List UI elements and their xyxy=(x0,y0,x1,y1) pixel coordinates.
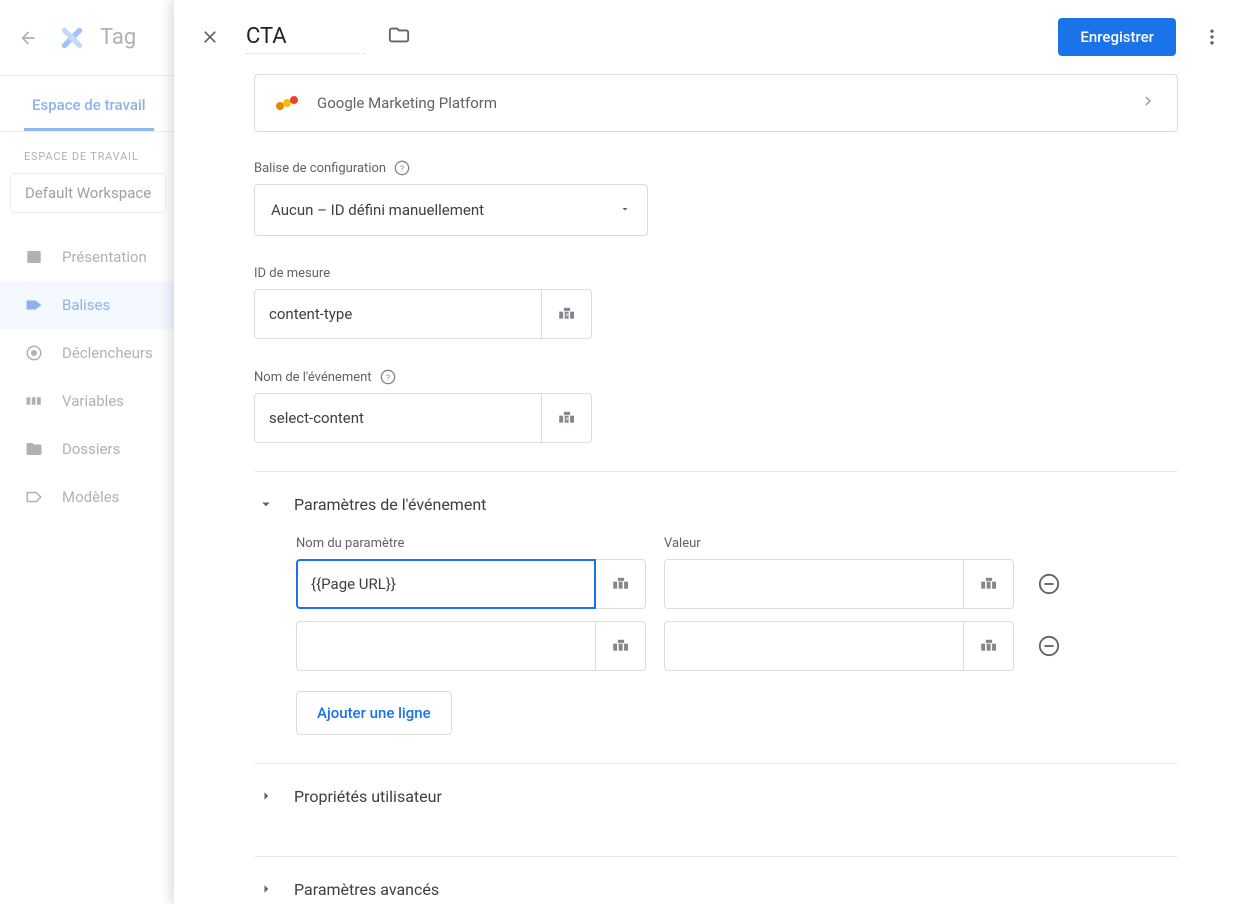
variable-picker-icon[interactable] xyxy=(596,559,646,609)
folder-outline-icon[interactable] xyxy=(388,24,410,50)
variable-picker-icon[interactable] xyxy=(596,621,646,671)
param-name-header: Nom du paramètre xyxy=(296,536,596,551)
remove-row-icon[interactable] xyxy=(1032,567,1066,601)
measurement-id-label: ID de mesure xyxy=(254,266,1178,281)
variable-picker-icon[interactable] xyxy=(964,559,1014,609)
param-value-header: Valeur xyxy=(664,536,964,551)
add-row-button[interactable]: Ajouter une ligne xyxy=(296,691,452,735)
tag-editor-modal: Enregistrer Google Marketing Platform Ba… xyxy=(174,0,1248,904)
chevron-right-icon xyxy=(254,784,278,808)
variable-picker-icon[interactable]: + xyxy=(542,289,592,339)
param-name-input[interactable] xyxy=(296,559,596,609)
config-tag-value: Aucun – ID défini manuellement xyxy=(271,201,484,219)
variable-picker-icon[interactable] xyxy=(964,621,1014,671)
tag-type-label: Google Marketing Platform xyxy=(317,94,497,112)
help-icon[interactable]: ? xyxy=(380,369,396,385)
svg-text:+: + xyxy=(565,311,569,319)
param-value-input[interactable] xyxy=(664,621,964,671)
modal-body: Google Marketing Platform Balise de conf… xyxy=(174,74,1248,904)
gmp-icon xyxy=(275,91,299,115)
more-menu-icon[interactable] xyxy=(1192,17,1232,57)
tag-name-input[interactable] xyxy=(246,20,366,54)
user-properties-toggle[interactable]: Propriétés utilisateur xyxy=(254,764,1178,828)
event-name-label: Nom de l'événement ? xyxy=(254,369,1178,385)
remove-row-icon[interactable] xyxy=(1032,629,1066,663)
modal-header: Enregistrer xyxy=(174,0,1248,74)
close-icon[interactable] xyxy=(190,17,230,57)
save-button[interactable]: Enregistrer xyxy=(1058,18,1176,56)
variable-picker-icon[interactable]: + xyxy=(542,393,592,443)
event-params-toggle[interactable]: Paramètres de l'événement xyxy=(254,472,1178,536)
param-name-input[interactable] xyxy=(296,621,596,671)
config-tag-label: Balise de configuration ? xyxy=(254,160,1178,176)
chevron-down-icon xyxy=(254,492,278,516)
chevron-right-icon xyxy=(1139,92,1157,114)
svg-text:?: ? xyxy=(386,373,390,383)
event-params-title: Paramètres de l'événement xyxy=(294,495,486,514)
dropdown-icon xyxy=(619,201,631,219)
param-value-input[interactable] xyxy=(664,559,964,609)
user-properties-title: Propriétés utilisateur xyxy=(294,787,442,806)
advanced-title: Paramètres avancés xyxy=(294,880,439,899)
tag-type-row[interactable]: Google Marketing Platform xyxy=(254,74,1178,132)
advanced-toggle[interactable]: Paramètres avancés xyxy=(254,857,1178,904)
svg-text:?: ? xyxy=(400,164,404,174)
measurement-id-input[interactable] xyxy=(254,289,542,339)
param-row xyxy=(296,559,1178,609)
param-row xyxy=(296,621,1178,671)
event-name-input[interactable] xyxy=(254,393,542,443)
config-tag-select[interactable]: Aucun – ID défini manuellement xyxy=(254,184,648,236)
help-icon[interactable]: ? xyxy=(394,160,410,176)
chevron-right-icon xyxy=(254,877,278,901)
event-params-body: Nom du paramètre Valeur xyxy=(254,536,1178,735)
svg-text:+: + xyxy=(565,415,569,423)
